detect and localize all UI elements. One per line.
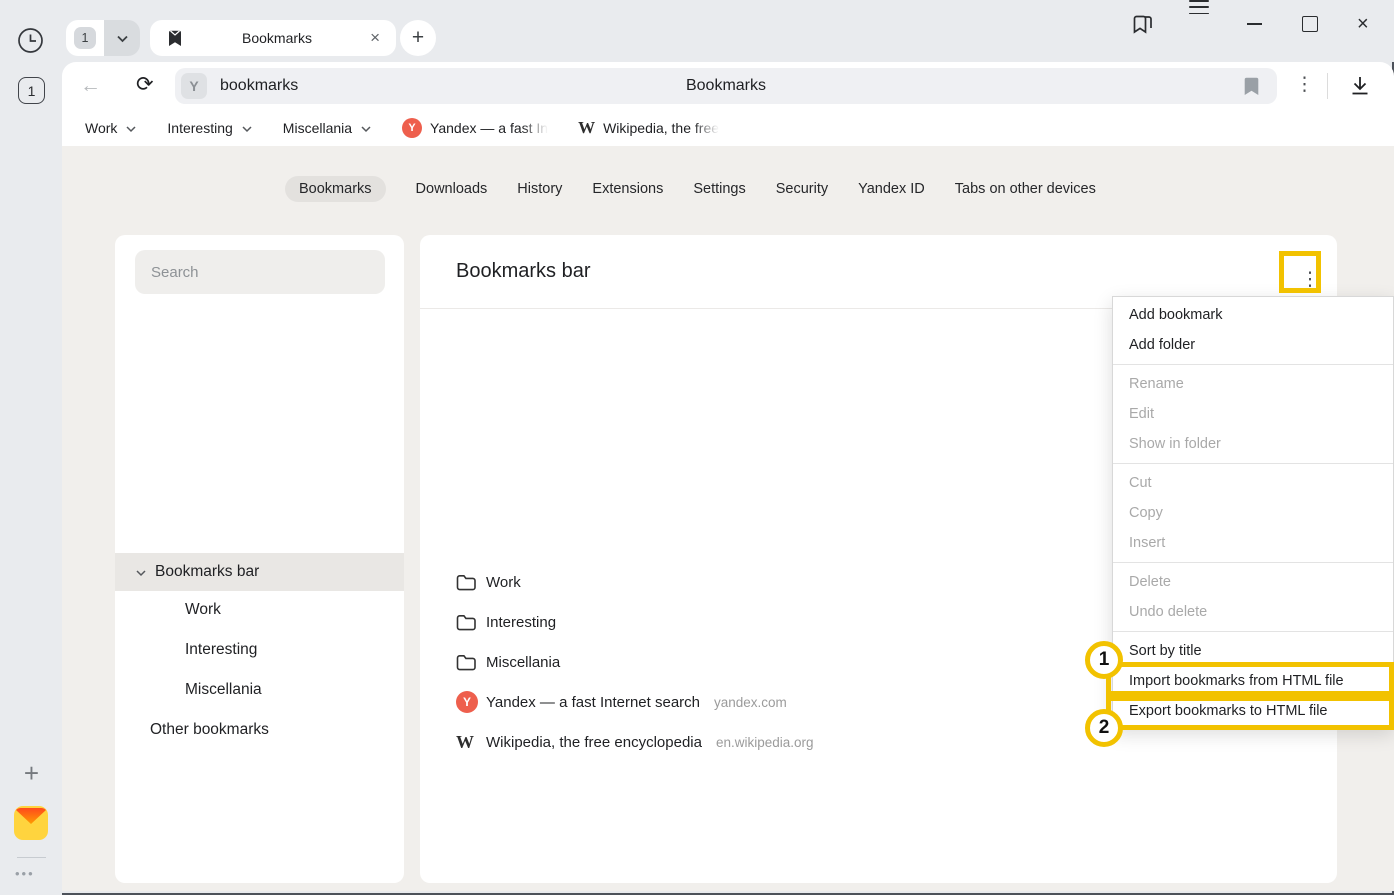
workspace-badge[interactable]: 1 <box>18 77 45 104</box>
panel-heading: Bookmarks bar <box>456 260 591 283</box>
menu-item-edit[interactable]: Edit <box>1113 399 1393 429</box>
tab-close-icon[interactable]: × <box>366 28 384 48</box>
maximize-button[interactable] <box>1302 0 1318 48</box>
menu-item-rename[interactable]: Rename <box>1113 369 1393 399</box>
toolbar-divider <box>1327 73 1328 99</box>
close-icon: × <box>1357 14 1369 34</box>
tab-settings[interactable]: Settings <box>693 181 745 197</box>
menu-item-show-in-folder[interactable]: Show in folder <box>1113 429 1393 459</box>
chevron-down-icon <box>241 125 253 133</box>
reload-button[interactable]: ⟳ <box>136 74 154 95</box>
back-button[interactable]: ← <box>80 75 101 96</box>
favbar-folder-interesting[interactable]: Interesting <box>167 120 252 136</box>
sidebar-rail: 1 + ••• <box>0 0 62 895</box>
menu-divider <box>1113 364 1393 365</box>
hamburger-icon <box>1189 0 1209 2</box>
tab-bookmarks[interactable]: Bookmarks <box>285 176 386 202</box>
minimize-icon <box>1247 23 1262 25</box>
rail-add-button[interactable]: + <box>18 760 45 787</box>
wikipedia-favicon: W <box>578 118 595 138</box>
bookmark-flag-icon[interactable] <box>1244 77 1259 96</box>
menu-item-add-bookmark[interactable]: Add bookmark <box>1113 300 1393 330</box>
browser-window: 1 Bookmarks × + <box>0 0 1394 895</box>
tree-item-miscellania[interactable]: Miscellania <box>115 670 404 710</box>
menu-item-cut[interactable]: Cut <box>1113 468 1393 498</box>
page-title: Bookmarks <box>175 77 1277 95</box>
address-bar[interactable]: Y bookmarks Bookmarks <box>175 68 1277 104</box>
folder-icon <box>456 654 476 671</box>
yandex-favicon: Y <box>456 691 478 713</box>
address-more-button[interactable]: ⋮ <box>1295 73 1314 96</box>
bookmark-domain: yandex.com <box>714 695 787 710</box>
annotation-box-more-button <box>1279 251 1321 293</box>
url-text: bookmarks <box>220 77 298 95</box>
bookmarks-panel-icon <box>1132 13 1156 35</box>
menu-item-insert[interactable]: Insert <box>1113 528 1393 558</box>
tab-strip: 1 Bookmarks × + <box>0 0 1394 62</box>
menu-item-delete[interactable]: Delete <box>1113 567 1393 597</box>
chevron-down-icon <box>360 125 372 133</box>
bookmark-icon <box>168 30 182 47</box>
close-window-button[interactable]: × <box>1357 0 1369 48</box>
menu-divider <box>1113 631 1393 632</box>
tree-item-work[interactable]: Work <box>115 590 404 630</box>
annotation-box-export <box>1106 696 1394 730</box>
menu-divider <box>1113 463 1393 464</box>
new-tab-button[interactable]: + <box>400 20 436 56</box>
tab-yandex-id[interactable]: Yandex ID <box>858 181 925 197</box>
tab-count-badge: 1 <box>74 27 96 49</box>
bookmark-domain: en.wikipedia.org <box>716 735 814 750</box>
yandex-favicon: Y <box>402 118 422 138</box>
history-clock-icon[interactable] <box>17 27 44 54</box>
maximize-icon <box>1302 16 1318 32</box>
chevron-down-icon <box>135 569 147 577</box>
bookmark-row-interesting[interactable]: Interesting <box>456 602 556 642</box>
menu-divider <box>1113 562 1393 563</box>
tree-item-bookmarks-bar[interactable]: Bookmarks bar <box>115 553 404 591</box>
menu-item-copy[interactable]: Copy <box>1113 498 1393 528</box>
tab-group-expand-button[interactable] <box>104 20 140 56</box>
tab-group-counter[interactable]: 1 <box>66 20 104 56</box>
search-input[interactable] <box>135 250 385 294</box>
favbar-link-wikipedia[interactable]: W Wikipedia, the free <box>578 118 719 138</box>
bookmarks-tree-panel: Bookmarks bar Work Interesting Miscellan… <box>115 235 404 883</box>
bookmark-row-wikipedia[interactable]: W Wikipedia, the free encyclopedia en.wi… <box>456 722 814 762</box>
tab-other-devices[interactable]: Tabs on other devices <box>955 181 1096 197</box>
menu-item-add-folder[interactable]: Add folder <box>1113 330 1393 360</box>
bookmark-row-work[interactable]: Work <box>456 562 521 602</box>
annotation-step-1: 1 <box>1085 641 1123 679</box>
browser-tab-bookmarks[interactable]: Bookmarks × <box>150 20 396 56</box>
tree-item-interesting[interactable]: Interesting <box>115 630 404 670</box>
favbar-folder-work[interactable]: Work <box>85 120 137 136</box>
rail-more-button[interactable]: ••• <box>15 866 35 881</box>
folder-icon <box>456 574 476 591</box>
bookmark-row-miscellania[interactable]: Miscellania <box>456 642 560 682</box>
settings-nav-tabs: Bookmarks Downloads History Extensions S… <box>285 174 1096 203</box>
tab-group[interactable]: 1 <box>66 20 140 56</box>
annotation-box-import <box>1106 662 1394 696</box>
tab-title: Bookmarks <box>188 30 366 46</box>
minimize-button[interactable] <box>1247 0 1262 48</box>
tab-security[interactable]: Security <box>776 181 828 197</box>
side-panel-bookmarks-button[interactable] <box>1132 0 1156 48</box>
chevron-down-icon <box>116 34 129 43</box>
wikipedia-favicon: W <box>456 732 474 753</box>
tab-downloads[interactable]: Downloads <box>416 181 488 197</box>
chevron-down-icon <box>125 125 137 133</box>
tab-extensions[interactable]: Extensions <box>592 181 663 197</box>
tab-history[interactable]: History <box>517 181 562 197</box>
rail-divider <box>17 857 46 858</box>
favbar-link-yandex[interactable]: Y Yandex — a fast In <box>402 118 548 138</box>
folder-icon <box>456 614 476 631</box>
annotation-step-2: 2 <box>1085 709 1123 747</box>
browser-menu-button[interactable] <box>1189 0 1209 48</box>
yandex-mail-icon[interactable] <box>14 806 48 840</box>
bookmark-row-yandex[interactable]: Y Yandex — a fast Internet search yandex… <box>456 682 787 722</box>
menu-item-undo-delete[interactable]: Undo delete <box>1113 597 1393 627</box>
tree-item-other-bookmarks[interactable]: Other bookmarks <box>115 710 404 750</box>
downloads-icon[interactable] <box>1348 74 1372 98</box>
favbar-folder-miscellania[interactable]: Miscellania <box>283 120 372 136</box>
favorites-bar: Work Interesting Miscellania Y Yandex — … <box>62 110 1394 146</box>
